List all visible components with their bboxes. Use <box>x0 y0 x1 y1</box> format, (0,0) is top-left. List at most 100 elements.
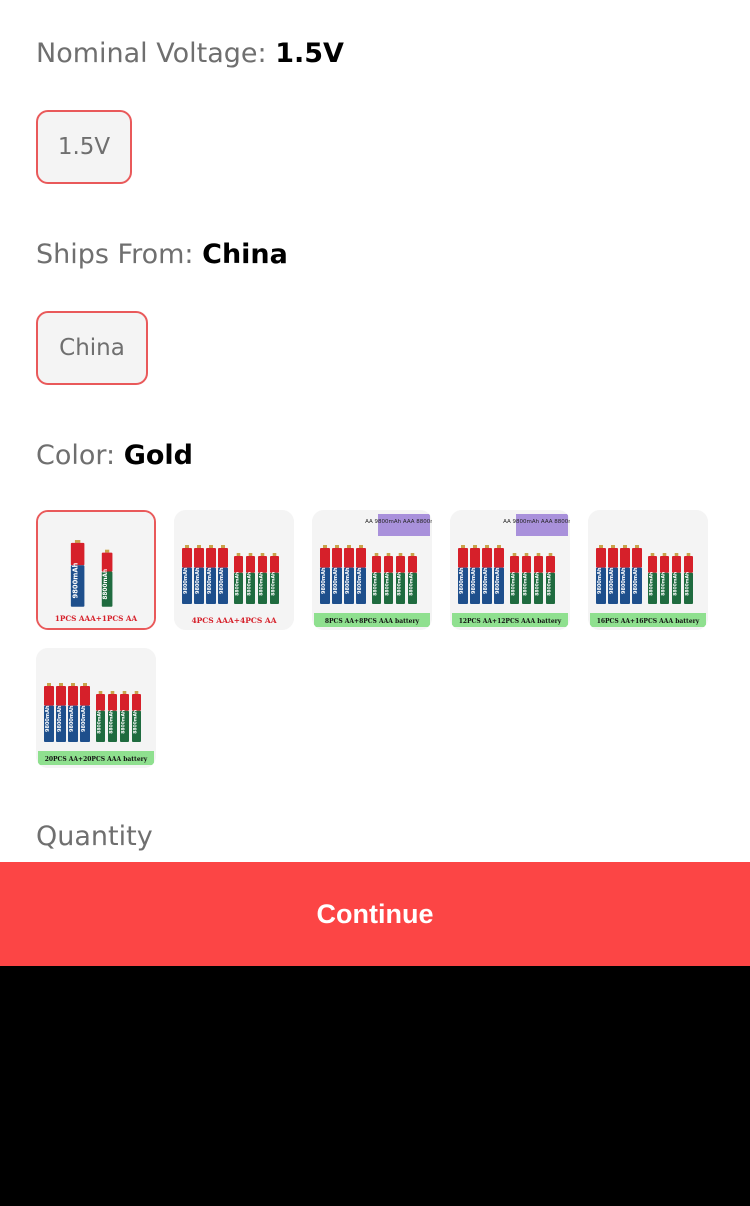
battery-cell: 9800mAh <box>344 545 354 604</box>
color-option-4[interactable]: 9800mAh 9800mAh 9800mAh 9800mAh 8800mAh 8800m… <box>450 510 570 630</box>
svg-text:9800mAh: 9800mAh <box>597 567 603 594</box>
option-caption: 8PCS AA+8PCS AAA battery <box>325 618 420 625</box>
svg-text:9800mAh: 9800mAh <box>183 567 189 594</box>
svg-text:8800mAh: 8800mAh <box>103 569 109 600</box>
battery-cell: 8800mAh <box>258 553 267 604</box>
battery-image: 9800mAh 8800mAh 1PCS AAA+1PCS AA <box>38 512 154 628</box>
svg-text:9800mAh: 9800mAh <box>621 567 627 594</box>
svg-text:9800mAh: 9800mAh <box>69 705 75 732</box>
svg-text:8800mAh: 8800mAh <box>523 572 529 596</box>
svg-text:9800mAh: 9800mAh <box>219 567 225 594</box>
battery-cell: 8800mAh <box>372 553 381 604</box>
svg-text:9800mAh: 9800mAh <box>72 562 80 598</box>
battery-cell: 8800mAh <box>101 549 113 607</box>
battery-cell: 8800mAh <box>270 553 279 604</box>
battery-cell: 9800mAh <box>632 545 642 604</box>
svg-text:8800mAh: 8800mAh <box>109 710 115 734</box>
svg-text:9800mAh: 9800mAh <box>207 567 213 594</box>
svg-text:9800mAh: 9800mAh <box>459 567 465 594</box>
svg-text:9800mAh: 9800mAh <box>357 567 363 594</box>
battery-cell: 8800mAh <box>234 553 243 604</box>
ships-from-label: Ships From: China <box>36 239 288 270</box>
battery-cell: 9800mAh <box>458 545 468 604</box>
option-caption: 1PCS AAA+1PCS AA <box>55 614 138 623</box>
svg-text:8800mAh: 8800mAh <box>673 572 679 596</box>
svg-text:8800mAh: 8800mAh <box>409 572 415 596</box>
option-caption: 4PCS AAA+4PCS AA <box>191 616 276 625</box>
battery-cell: 9800mAh <box>608 545 618 604</box>
battery-cell: 8800mAh <box>648 553 657 604</box>
battery-cell: 8800mAh <box>408 553 417 604</box>
option-caption: 20PCS AA+20PCS AAA battery <box>45 756 148 763</box>
battery-cell: 9800mAh <box>80 683 90 742</box>
svg-text:8800mAh: 8800mAh <box>97 710 103 734</box>
svg-text:8800mAh: 8800mAh <box>235 572 241 596</box>
color-option-5[interactable]: 9800mAh 9800mAh 9800mAh 9800mAh 8800mAh 8800m… <box>588 510 708 630</box>
voltage-option-1-5v[interactable]: 1.5V <box>36 110 132 184</box>
sku-selector-sheet: Nominal Voltage: 1.5V 1.5V Ships From: C… <box>0 0 750 966</box>
battery-cell: 9800mAh <box>56 683 66 742</box>
battery-cell: 9800mAh <box>206 545 216 604</box>
battery-cell: 9800mAh <box>70 540 85 607</box>
battery-image: 9800mAh 9800mAh 9800mAh 9800mAh 8800mAh 8800m… <box>312 510 432 630</box>
battery-image: 9800mAh 9800mAh 9800mAh 9800mAh 8800mAh 8800m… <box>36 648 156 768</box>
battery-image: 9800mAh 9800mAh 9800mAh 9800mAh 8800mAh 8800m… <box>588 510 708 630</box>
battery-cell: 9800mAh <box>356 545 366 604</box>
svg-text:AA 9800mAh AAA 8800mAh: AA 9800mAh AAA 8800mAh <box>365 519 432 525</box>
svg-text:8800mAh: 8800mAh <box>247 572 253 596</box>
battery-cell: 9800mAh <box>320 545 330 604</box>
svg-text:9800mAh: 9800mAh <box>81 705 87 732</box>
battery-cell: 8800mAh <box>672 553 681 604</box>
battery-cell: 8800mAh <box>546 553 555 604</box>
battery-cell: 8800mAh <box>108 691 117 742</box>
svg-text:9800mAh: 9800mAh <box>333 567 339 594</box>
svg-text:9800mAh: 9800mAh <box>471 567 477 594</box>
battery-cell: 8800mAh <box>534 553 543 604</box>
svg-text:AA 9800mAh AAA 8800mAh: AA 9800mAh AAA 8800mAh <box>503 519 570 525</box>
battery-cell: 9800mAh <box>620 545 630 604</box>
battery-cell: 9800mAh <box>596 545 606 604</box>
svg-text:9800mAh: 9800mAh <box>345 567 351 594</box>
svg-text:8800mAh: 8800mAh <box>259 572 265 596</box>
option-caption: 16PCS AA+16PCS AAA battery <box>597 618 700 625</box>
svg-text:8800mAh: 8800mAh <box>133 710 139 734</box>
color-option-6[interactable]: 9800mAh 9800mAh 9800mAh 9800mAh 8800mAh 8800m… <box>36 648 156 768</box>
battery-cell: 8800mAh <box>246 553 255 604</box>
battery-cell: 9800mAh <box>332 545 342 604</box>
battery-cell: 8800mAh <box>132 691 141 742</box>
battery-cell: 8800mAh <box>522 553 531 604</box>
svg-text:9800mAh: 9800mAh <box>495 567 501 594</box>
battery-cell: 9800mAh <box>44 683 54 742</box>
svg-text:9800mAh: 9800mAh <box>609 567 615 594</box>
svg-text:8800mAh: 8800mAh <box>397 572 403 596</box>
svg-text:9800mAh: 9800mAh <box>195 567 201 594</box>
svg-text:8800mAh: 8800mAh <box>685 572 691 596</box>
color-label: Color: Gold <box>36 440 193 471</box>
svg-text:8800mAh: 8800mAh <box>661 572 667 596</box>
svg-text:9800mAh: 9800mAh <box>633 567 639 594</box>
battery-cell: 8800mAh <box>384 553 393 604</box>
voltage-selected-value: 1.5V <box>275 38 344 69</box>
battery-cell: 9800mAh <box>194 545 204 604</box>
battery-cell: 8800mAh <box>510 553 519 604</box>
battery-cell: 8800mAh <box>96 691 105 742</box>
battery-cell: 9800mAh <box>182 545 192 604</box>
quantity-label: Quantity <box>36 821 153 852</box>
color-option-3[interactable]: 9800mAh 9800mAh 9800mAh 9800mAh 8800mAh 8800m… <box>312 510 432 630</box>
color-option-1[interactable]: 9800mAh 8800mAh 1PCS AAA+1PCS AA <box>36 510 156 630</box>
battery-cell: 8800mAh <box>660 553 669 604</box>
svg-text:8800mAh: 8800mAh <box>373 572 379 596</box>
ships-from-option-china[interactable]: China <box>36 311 148 385</box>
battery-image: 9800mAh 9800mAh 9800mAh 9800mAh 8800mAh 8800m… <box>174 510 294 630</box>
battery-cell: 8800mAh <box>396 553 405 604</box>
svg-text:8800mAh: 8800mAh <box>271 572 277 596</box>
svg-text:9800mAh: 9800mAh <box>45 705 51 732</box>
svg-text:8800mAh: 8800mAh <box>649 572 655 596</box>
color-option-2[interactable]: 9800mAh 9800mAh 9800mAh 9800mAh 8800mAh 8800m… <box>174 510 294 630</box>
continue-button[interactable]: Continue <box>0 862 750 966</box>
battery-cell: 8800mAh <box>684 553 693 604</box>
battery-image: 9800mAh 9800mAh 9800mAh 9800mAh 8800mAh 8800m… <box>450 510 570 630</box>
svg-text:9800mAh: 9800mAh <box>321 567 327 594</box>
svg-text:8800mAh: 8800mAh <box>547 572 553 596</box>
svg-text:8800mAh: 8800mAh <box>121 710 127 734</box>
